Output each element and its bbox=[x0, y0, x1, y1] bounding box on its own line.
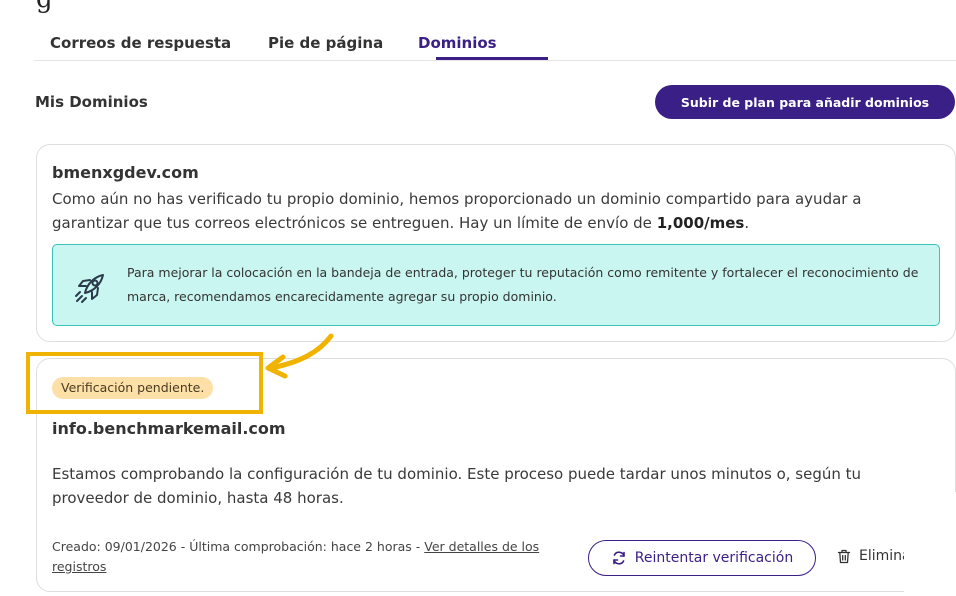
annotation-arrow-icon bbox=[265, 333, 334, 379]
upgrade-plan-button[interactable]: Subir de plan para añadir dominios bbox=[655, 85, 955, 119]
domain-meta: Creado: 09/01/2026 - Última comprobación… bbox=[52, 539, 540, 574]
tab-reply-emails[interactable]: Correos de respuesta bbox=[50, 34, 231, 52]
pending-domain-name: info.benchmarkemail.com bbox=[52, 419, 286, 438]
trash-icon bbox=[837, 549, 851, 563]
section-title: Mis Dominios bbox=[35, 93, 148, 111]
send-limit: 1,000/mes bbox=[656, 214, 745, 232]
shared-domain-name: bmenxgdev.com bbox=[52, 163, 199, 182]
pending-domain-description: Estamos comprobando la configuración de … bbox=[52, 465, 862, 507]
annotation-highlight-box bbox=[26, 352, 263, 414]
overlay-panel-edge bbox=[904, 492, 956, 596]
page-title-cropped: g bbox=[36, 0, 53, 14]
shared-domain-card: bmenxgdev.com Como aún no has verificado… bbox=[36, 144, 956, 342]
retry-verification-button[interactable]: Reintentar verificación bbox=[588, 540, 816, 576]
refresh-icon bbox=[612, 551, 625, 565]
info-banner: Para mejorar la colocación en la bandeja… bbox=[52, 244, 940, 326]
active-tab-indicator bbox=[436, 57, 548, 60]
shared-domain-description: Como aún no has verificado tu propio dom… bbox=[52, 190, 862, 232]
tab-footer[interactable]: Pie de página bbox=[268, 34, 383, 52]
tab-bar: Correos de respuesta Pie de página Domin… bbox=[34, 30, 956, 61]
rocket-icon bbox=[75, 274, 104, 303]
tab-domains[interactable]: Dominios bbox=[418, 34, 497, 52]
info-banner-text: Para mejorar la colocación en la bandeja… bbox=[127, 265, 919, 304]
